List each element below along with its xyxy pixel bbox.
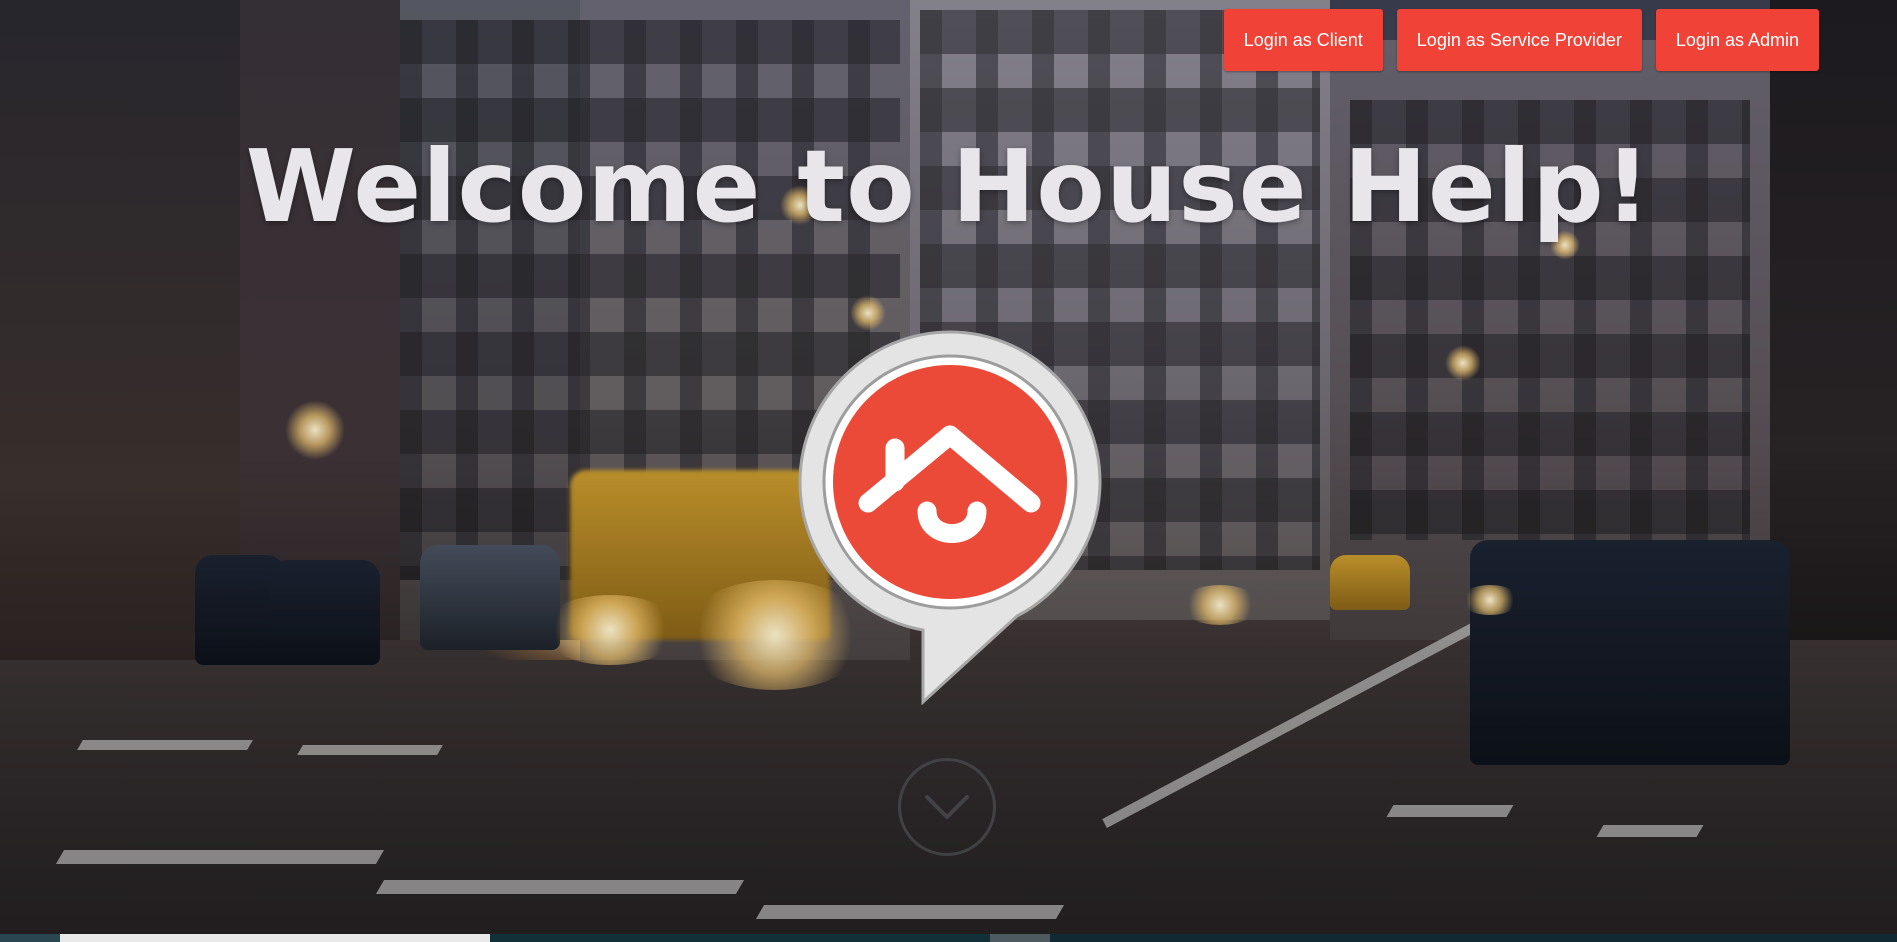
login-bar: Login as Client Login as Service Provide… — [1223, 9, 1819, 71]
strip-segment — [1050, 934, 1897, 942]
chevron-down-icon — [925, 795, 969, 819]
login-admin-button[interactable]: Login as Admin — [1655, 9, 1819, 71]
house-smile-logo-icon — [795, 328, 1105, 708]
strip-segment — [60, 934, 490, 942]
strip-segment — [490, 934, 990, 942]
page-title: Welcome to House Help! — [245, 128, 1652, 245]
strip-segment — [990, 934, 1050, 942]
login-client-button[interactable]: Login as Client — [1223, 9, 1383, 71]
scroll-down-button[interactable] — [898, 758, 996, 856]
strip-segment — [0, 934, 60, 942]
login-service-provider-button[interactable]: Login as Service Provider — [1396, 9, 1642, 71]
next-section-edge — [0, 934, 1897, 942]
hero-section: Login as Client Login as Service Provide… — [0, 0, 1897, 942]
